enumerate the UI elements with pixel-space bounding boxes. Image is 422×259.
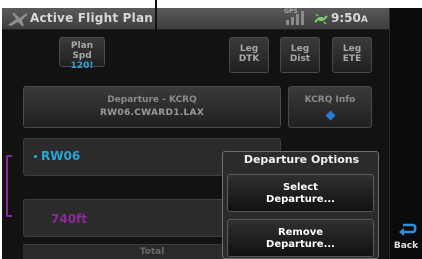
title-bar: Active Flight Plan GPS 9:50A xyxy=(2,8,389,30)
runway-label: RW06 xyxy=(41,149,81,163)
leg-ete-line2: ETE xyxy=(342,54,362,64)
plan-speed-label: Plan Spd xyxy=(70,41,94,61)
select-departure-line2: Departure... xyxy=(266,194,335,205)
airport-info-label: KCRQ Info xyxy=(304,95,356,105)
clock: 9:50A xyxy=(331,11,368,25)
departure-procedure: RW06.CWARD1.LAX xyxy=(99,108,205,118)
back-label: Back xyxy=(393,241,419,251)
callout-line xyxy=(155,0,157,84)
leg-ete-line1: Leg xyxy=(342,44,362,54)
plane-icon xyxy=(6,10,30,28)
leg-dist-line1: Leg xyxy=(290,44,310,54)
departure-options-popup: Departure Options Select Departure... Re… xyxy=(222,151,379,259)
plan-speed-value: 120! xyxy=(70,61,94,71)
departure-title: Departure - KCRQ xyxy=(107,95,197,105)
departure-button[interactable]: Departure - KCRQ RW06.CWARD1.LAX xyxy=(23,86,281,128)
remove-departure-line1: Remove xyxy=(277,227,324,238)
remove-departure-button[interactable]: Remove Departure... xyxy=(227,219,374,257)
leg-dist-line2: Dist xyxy=(289,54,311,64)
plan-speed-button[interactable]: Plan Spd 120! xyxy=(59,37,105,71)
clock-time: 9:50 xyxy=(331,11,361,25)
remove-departure-line2: Departure... xyxy=(266,239,335,250)
popup-title: Departure Options xyxy=(243,153,360,166)
airport-info-button[interactable]: KCRQ Info xyxy=(288,86,372,128)
leg-dtk-line1: Leg xyxy=(239,44,259,54)
leg-dtk-line2: DTK xyxy=(238,54,260,64)
waypoint-dot-icon xyxy=(34,155,37,158)
satellite-icon xyxy=(314,11,328,25)
leg-dtk-button[interactable]: Leg DTK xyxy=(229,37,269,73)
right-button-bar: Back xyxy=(389,8,422,259)
altitude-label: 740ft xyxy=(51,212,88,226)
leg-ete-button[interactable]: Leg ETE xyxy=(332,37,372,73)
back-arrow-icon xyxy=(397,222,417,238)
gps-signal-icon: GPS xyxy=(284,8,306,26)
clock-suffix: A xyxy=(360,15,368,25)
waypoint-diamond-icon xyxy=(325,110,335,121)
leg-dist-button[interactable]: Leg Dist xyxy=(280,37,320,73)
flight-plan-screen: Active Flight Plan GPS 9:50A Plan Spd 12… xyxy=(2,8,422,259)
page-title: Active Flight Plan xyxy=(30,11,154,25)
vnav-bracket xyxy=(6,155,12,217)
select-departure-line1: Select xyxy=(283,182,318,193)
select-departure-button[interactable]: Select Departure... xyxy=(227,174,374,212)
back-button[interactable]: Back xyxy=(391,218,421,256)
